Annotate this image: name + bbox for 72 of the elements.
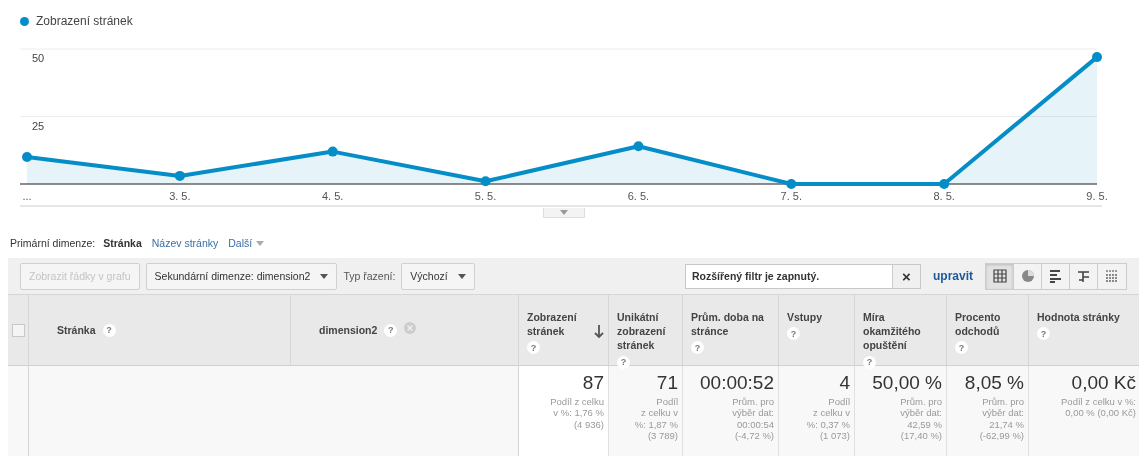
y-tick-label: 50 (32, 52, 45, 64)
total-value: 50,00 % (871, 372, 942, 395)
x-tick-label: 9. 5. (1086, 190, 1108, 202)
column-title[interactable]: Vstupy (787, 310, 822, 325)
column-title[interactable]: Stránka (57, 324, 96, 336)
total-value: 4 (838, 372, 850, 395)
primary-dimension-label: Primární dimenze: (10, 237, 96, 249)
help-icon[interactable]: ? (617, 355, 630, 369)
select-all-checkbox[interactable] (11, 323, 25, 337)
column-title[interactable]: Prům. doba na stránce (691, 310, 764, 339)
dimension-link[interactable]: Název stránky (151, 237, 219, 249)
secondary-dimension-dropdown[interactable]: Sekundární dimenze: dimension2 (145, 262, 338, 290)
y-tick-label: 25 (32, 119, 45, 132)
column-title[interactable]: Unikátní zobrazení stránek (617, 310, 668, 353)
total-note: Podíl z celku v %: 0,37 % (1 073) (805, 395, 850, 442)
column-title[interactable]: Hodnota stránky (1037, 310, 1120, 325)
help-icon[interactable]: ? (102, 323, 116, 337)
help-icon[interactable]: ? (384, 323, 398, 337)
x-tick-label: 5. 5. (474, 190, 497, 202)
total-value: 8,05 % (963, 372, 1024, 395)
total-value: 0,00 Kč (1070, 372, 1136, 395)
pie-chart-icon (1020, 269, 1035, 283)
x-tick-label: 3. 5. (169, 190, 191, 202)
edit-link[interactable]: upravit (933, 269, 973, 283)
caret-icon (560, 210, 568, 215)
data-point (327, 146, 338, 157)
collapse-chart-button[interactable] (543, 208, 585, 218)
data-point (174, 170, 185, 181)
sort-arrow-icon[interactable] (594, 325, 604, 339)
bar-chart-icon (1049, 269, 1062, 283)
total-value: 00:00:52 (699, 372, 774, 395)
dimension-link[interactable]: Stránka (103, 237, 142, 249)
caret-icon (320, 273, 329, 279)
help-icon[interactable]: ? (527, 341, 540, 355)
help-icon[interactable]: ? (863, 355, 876, 369)
total-note: Podíl z celku v %: 0,00 % (0,00 Kč) (1060, 395, 1136, 419)
data-point (633, 141, 644, 152)
grid-icon (992, 269, 1007, 283)
total-note: Podíl z celku v %: 1,87 % (3 789) (633, 395, 678, 442)
caret-icon (256, 240, 265, 246)
x-tick-label: 6. 5. (627, 190, 650, 202)
data-point (22, 152, 32, 162)
more-dimensions-menu[interactable]: Další (228, 237, 265, 249)
total-note: Podíl z celku v %: 1,76 % (4 936) (549, 395, 604, 430)
data-point (1092, 52, 1102, 63)
total-value: 87 (581, 372, 604, 395)
column-title[interactable]: Míra okamžitého opuštění (863, 310, 932, 353)
x-tick-label: 4. 5. (322, 190, 344, 202)
total-value: 71 (655, 372, 678, 395)
caret-icon (457, 273, 466, 279)
column-title[interactable]: Zobrazení stránek (527, 310, 594, 339)
help-icon[interactable]: ? (691, 341, 704, 355)
x-tick-label: 8. 5. (933, 190, 955, 202)
legend-label: Zobrazení stránek (36, 14, 133, 28)
total-note: Prům. pro výběr dat: 00:00:54 (-4,72 %) (731, 395, 774, 442)
data-point (480, 176, 491, 187)
comparison-icon (1105, 270, 1119, 282)
data-point (786, 179, 797, 189)
pivot-icon (1077, 269, 1090, 283)
help-icon[interactable]: ? (787, 327, 800, 341)
help-icon[interactable]: ? (955, 341, 968, 355)
data-point (939, 179, 950, 189)
table-view-button[interactable] (986, 263, 1014, 289)
help-icon[interactable]: ? (1037, 327, 1050, 341)
sort-type-dropdown[interactable]: Výchozí (401, 262, 475, 290)
total-note: Prům. pro výběr dat: 21,74 % (-62,99 %) (978, 395, 1024, 442)
total-note: Prům. pro výběr dat: 42,59 % (17,40 %) (899, 395, 942, 442)
column-title[interactable]: Procento odchodů (955, 310, 1014, 339)
x-tick-label: ... (22, 190, 32, 202)
x-tick-label: 7. 5. (780, 190, 802, 202)
column-title[interactable]: dimension2 (319, 324, 378, 336)
sort-type-label: Typ řazení: (343, 270, 396, 282)
